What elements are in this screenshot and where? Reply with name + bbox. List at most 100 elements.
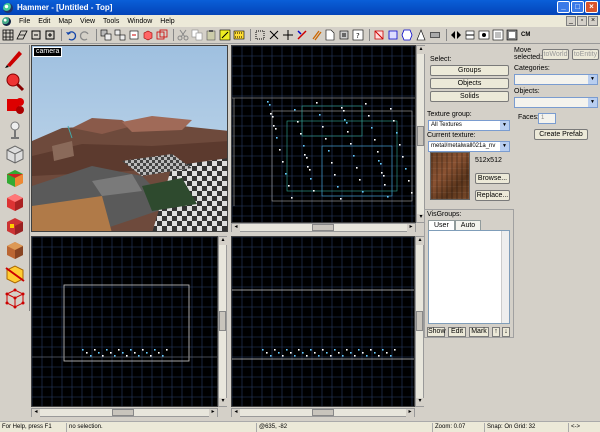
camera-tool-icon[interactable] [3,95,27,117]
group-icon[interactable] [100,29,112,41]
edit-button[interactable]: Edit [448,327,466,337]
tab-user[interactable]: User [428,220,455,230]
camera-viewport[interactable]: camera [31,45,228,232]
document-icon[interactable] [2,16,11,26]
run-map-icon[interactable] [478,29,490,41]
help-icon[interactable]: ? [352,29,364,41]
texture-preview[interactable] [430,152,470,200]
move-down-icon[interactable]: ↓ [502,327,510,337]
front-viewport[interactable] [31,236,218,407]
vertex-tool-icon[interactable] [3,287,27,309]
smaller-grid-icon[interactable] [30,29,42,41]
grid-toggle-icon[interactable] [2,29,14,41]
top-viewport-hscroll[interactable]: ◂ ▸ [231,223,416,232]
transform-icon[interactable] [338,29,350,41]
texture-lock-icon[interactable] [219,29,231,41]
faces-input[interactable]: 1 [538,113,556,124]
radius-culling-icon[interactable] [324,29,336,41]
hollow-icon[interactable] [156,29,168,41]
flip-vertical-icon[interactable] [464,29,476,41]
objects-label: Objects: [514,88,540,95]
view-3d-wireframe-icon[interactable] [373,29,385,41]
entity-report-icon[interactable] [492,29,504,41]
view-3d-textured-icon[interactable] [401,29,413,41]
entity-tool-icon[interactable] [3,119,27,141]
texture-application-icon[interactable] [3,167,27,189]
objects-select[interactable]: ▼ [514,97,598,108]
browse-button[interactable]: Browse... [475,173,510,184]
texture-scaling-lock-icon[interactable] [233,29,245,41]
view-3d-flat-icon[interactable] [429,29,441,41]
cut-icon[interactable] [177,29,189,41]
replace-button[interactable]: Replace... [475,190,510,201]
front-viewport-hscroll[interactable]: ◂ ▸ [31,408,218,417]
menu-file[interactable]: File [15,18,34,25]
menu-window[interactable]: Window [123,18,156,25]
mark-button[interactable]: Mark [469,327,489,337]
current-texture-select[interactable]: metal/metalwall021a_nv ▼ [428,141,510,152]
copy-icon[interactable] [191,29,203,41]
chevron-down-icon[interactable]: ▼ [588,75,597,84]
magnify-tool-icon[interactable] [3,71,27,93]
cordon-icon[interactable] [310,29,322,41]
to-world-button[interactable]: toWorld [542,49,569,60]
redo-icon[interactable] [79,29,91,41]
chevron-down-icon[interactable]: ▼ [588,98,597,107]
top-viewport[interactable] [231,45,416,223]
move-up-icon[interactable]: ↑ [492,327,500,337]
chevron-down-icon[interactable]: ▼ [500,142,509,151]
menu-map[interactable]: Map [54,18,76,25]
flip-horizontal-icon[interactable] [450,29,462,41]
mdi-restore-button[interactable]: ▫ [577,16,587,26]
apply-overlays-icon[interactable] [3,239,27,261]
map-properties-icon[interactable] [506,29,518,41]
side-viewport-vscroll[interactable]: ▴ ▾ [415,236,424,407]
larger-grid-icon[interactable] [44,29,56,41]
select-groups-button[interactable]: Groups [430,65,509,76]
cm-label[interactable]: CM [521,32,530,38]
view-3d-lighting-icon[interactable] [415,29,427,41]
select-objects-button[interactable]: Objects [430,78,509,89]
front-viewport-vscroll[interactable]: ▴ ▾ [218,236,227,407]
to-entity-button[interactable]: toEntity [572,49,599,60]
selection-tool-icon[interactable] [3,47,27,69]
menu-tools[interactable]: Tools [99,18,123,25]
create-prefab-button[interactable]: Create Prefab [534,129,588,140]
visgroups-scrollbar[interactable] [501,231,509,323]
ignore-groups-icon[interactable] [268,29,280,41]
ungroup-icon[interactable] [114,29,126,41]
tab-auto[interactable]: Auto [454,220,482,230]
show-hidden-icon[interactable] [296,29,308,41]
block-tool-icon[interactable] [3,143,27,165]
clipping-tool-icon[interactable] [3,263,27,285]
visgroups-panel: VisGroups: User Auto Show Edit Mark ↑ ↓ [424,209,514,338]
mdi-close-button[interactable]: × [588,16,598,26]
menu-view[interactable]: View [76,18,99,25]
maximize-button[interactable]: □ [571,1,584,13]
carve-icon[interactable] [142,29,154,41]
menu-help[interactable]: Help [156,18,178,25]
side-viewport-hscroll[interactable]: ◂ ▸ [231,408,415,417]
show-button[interactable]: Show [427,327,446,337]
paste-icon[interactable] [205,29,217,41]
categories-select[interactable]: ▼ [514,74,598,85]
mdi-minimize-button[interactable]: _ [566,16,576,26]
menu-edit[interactable]: Edit [34,18,54,25]
view-3d-polygon-icon[interactable] [387,29,399,41]
selection-tool-icon[interactable] [254,29,266,41]
visgroups-list[interactable] [428,230,510,324]
minimize-button[interactable]: _ [557,1,570,13]
tie-to-entity-icon[interactable] [128,29,140,41]
close-button[interactable]: × [585,1,598,13]
front-view-grid [32,237,217,406]
texture-group-select[interactable]: All Textures ▼ [428,120,510,131]
grid-3d-icon[interactable] [16,29,28,41]
hammer-app-icon[interactable] [3,2,13,13]
side-viewport[interactable] [231,236,415,407]
apply-current-texture-icon[interactable] [3,191,27,213]
select-solids-button[interactable]: Solids [430,91,509,102]
hide-selected-icon[interactable] [282,29,294,41]
chevron-down-icon[interactable]: ▼ [500,121,509,130]
apply-decals-icon[interactable] [3,215,27,237]
undo-icon[interactable] [65,29,77,41]
